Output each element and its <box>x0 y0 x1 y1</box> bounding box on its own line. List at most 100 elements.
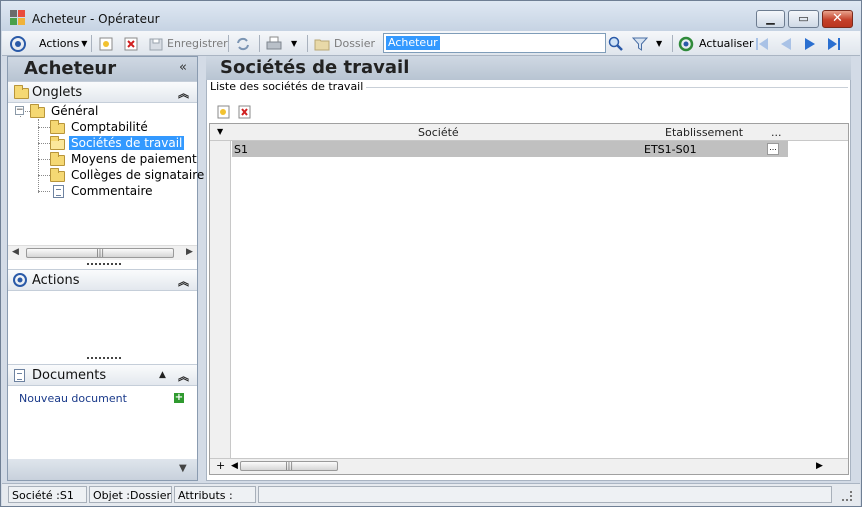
status-objet: Objet :Dossier <box>89 486 172 503</box>
next-icon <box>802 36 818 52</box>
delete-icon <box>238 105 251 119</box>
folder-icon <box>50 168 65 182</box>
print-button[interactable]: ▼ <box>266 34 297 53</box>
actions-menu-button[interactable]: Actions ▼ <box>39 34 87 53</box>
first-record-button[interactable] <box>754 34 770 53</box>
scrollbar-thumb[interactable]: ||| <box>240 461 338 471</box>
main-panel: Liste des sociétés de travail ▼ Société … <box>206 80 851 481</box>
search-input[interactable]: Acheteur <box>383 33 606 53</box>
status-empty <box>258 486 832 503</box>
next-record-button[interactable] <box>802 34 818 53</box>
dropdown-arrow-icon: ▼ <box>656 39 663 48</box>
folder-icon <box>14 85 29 99</box>
column-header-etablissement[interactable]: Etablissement <box>665 126 743 139</box>
folder-icon <box>314 36 330 52</box>
tabs-section-header[interactable]: Onglets ︽ <box>8 81 197 103</box>
toolbar-separator <box>259 35 260 52</box>
folder-label: Dossier <box>334 37 376 50</box>
toolbar-separator <box>228 35 229 52</box>
last-icon <box>826 36 842 52</box>
delete-button[interactable] <box>123 34 139 53</box>
refresh-icon <box>678 36 694 52</box>
app-icon <box>10 10 26 26</box>
folder-icon <box>50 120 65 134</box>
window-title: Acheteur - Opérateur <box>32 12 160 26</box>
tree-expander[interactable]: − <box>15 106 24 115</box>
sync-icon <box>235 36 251 52</box>
row-more-button[interactable]: ... <box>767 143 779 155</box>
actions-section-header[interactable]: Actions ︽ <box>8 269 197 291</box>
folder-button[interactable]: Dossier <box>314 34 375 53</box>
chevron-down-icon[interactable]: ▼ <box>179 463 187 474</box>
folder-icon <box>50 152 65 166</box>
filter-button[interactable]: ▼ <box>631 34 663 53</box>
actions-menu-label: Actions <box>39 37 80 50</box>
tree-horizontal-scrollbar[interactable]: ◀ ||| ▶ <box>8 245 197 260</box>
collapse-section-icon[interactable]: ︽ <box>178 273 189 289</box>
toolbar: Actions ▼ Enregistrer ▼ Dossier Acheteur… <box>2 31 860 56</box>
delete-icon <box>123 36 139 52</box>
previous-record-button[interactable] <box>778 34 794 53</box>
column-header-societe[interactable]: Société <box>418 126 459 139</box>
page-title: Sociétés de travail <box>220 57 410 78</box>
last-record-button[interactable] <box>826 34 842 53</box>
scroll-left-icon[interactable]: ◀ <box>12 247 19 257</box>
scroll-left-icon[interactable]: ◀ <box>231 461 238 471</box>
tabs-tree: − Général Comptabilité Sociétés de trava… <box>8 103 204 243</box>
dropdown-arrow-icon: ▼ <box>81 39 88 48</box>
tree-item-label: Collèges de signataire <box>71 168 205 182</box>
maximize-icon: ▭ <box>798 12 809 25</box>
grid-horizontal-scrollbar[interactable]: ||| <box>240 459 340 474</box>
scroll-right-icon[interactable]: ▶ <box>186 247 193 257</box>
collapse-section-icon[interactable]: ︽ <box>178 368 189 384</box>
save-button[interactable]: Enregistrer <box>148 34 228 53</box>
target-button[interactable] <box>10 34 26 53</box>
add-row-button[interactable] <box>217 105 231 119</box>
status-societe: Société :S1 <box>8 486 87 503</box>
collapse-panel-button[interactable]: « <box>179 60 187 75</box>
scrollbar-thumb[interactable]: ||| <box>26 248 174 258</box>
resize-grip-icon[interactable] <box>842 491 852 501</box>
sync-button[interactable] <box>235 34 251 53</box>
collapse-section-icon[interactable]: ︽ <box>178 85 189 101</box>
chevron-up-icon[interactable]: ▲ <box>159 370 166 380</box>
refresh-button[interactable]: Actualiser <box>678 34 754 53</box>
maximize-button[interactable]: ▭ <box>788 10 819 28</box>
splitter-grip[interactable] <box>87 357 121 360</box>
status-attributs: Attributs : <box>174 486 256 503</box>
toolbar-separator <box>91 35 92 52</box>
left-panel: Acheteur « Onglets ︽ − Général Comptabil… <box>7 56 204 481</box>
title-bar[interactable]: Acheteur - Opérateur ▁ ▭ ✕ <box>1 1 861 31</box>
close-button[interactable]: ✕ <box>822 10 853 28</box>
toolbar-separator <box>672 35 673 52</box>
left-panel-title: Acheteur <box>24 58 117 79</box>
table-row[interactable]: S1 ETS1-S01 ... <box>232 141 788 157</box>
add-row-plus-icon[interactable]: + <box>216 459 225 472</box>
grid-row-gutter <box>210 124 231 474</box>
column-header-more[interactable]: ... <box>771 126 782 139</box>
status-bar: Société :S1 Objet :Dossier Attributs : <box>2 483 860 506</box>
document-icon <box>53 185 64 198</box>
previous-icon <box>778 36 794 52</box>
search-button[interactable] <box>608 34 624 53</box>
tree-item-label: Sociétés de travail <box>69 136 185 150</box>
companies-grid: ▼ Société Etablissement ... S1 ETS1-S01 … <box>209 123 849 475</box>
printer-icon <box>266 36 282 52</box>
refresh-label: Actualiser <box>699 37 754 50</box>
cell-etablissement[interactable]: ETS1-S01 <box>644 143 697 156</box>
cell-societe[interactable]: S1 <box>234 143 248 156</box>
dropdown-arrow-icon[interactable]: ▼ <box>217 127 223 136</box>
documents-section-header[interactable]: Documents ▲ ︽ <box>8 364 197 386</box>
new-document-link[interactable]: Nouveau document <box>19 392 127 405</box>
new-button[interactable] <box>98 34 114 53</box>
search-icon <box>608 36 624 52</box>
splitter-grip[interactable] <box>87 263 121 266</box>
grid-footer: + ◀ ||| ▶ <box>210 458 848 474</box>
minimize-button[interactable]: ▁ <box>756 10 785 28</box>
first-icon <box>754 36 770 52</box>
scroll-right-icon[interactable]: ▶ <box>816 461 823 471</box>
tree-item-label: Commentaire <box>71 184 153 198</box>
target-icon <box>10 35 26 52</box>
add-document-icon[interactable]: + <box>174 393 184 403</box>
delete-row-button[interactable] <box>238 105 252 119</box>
